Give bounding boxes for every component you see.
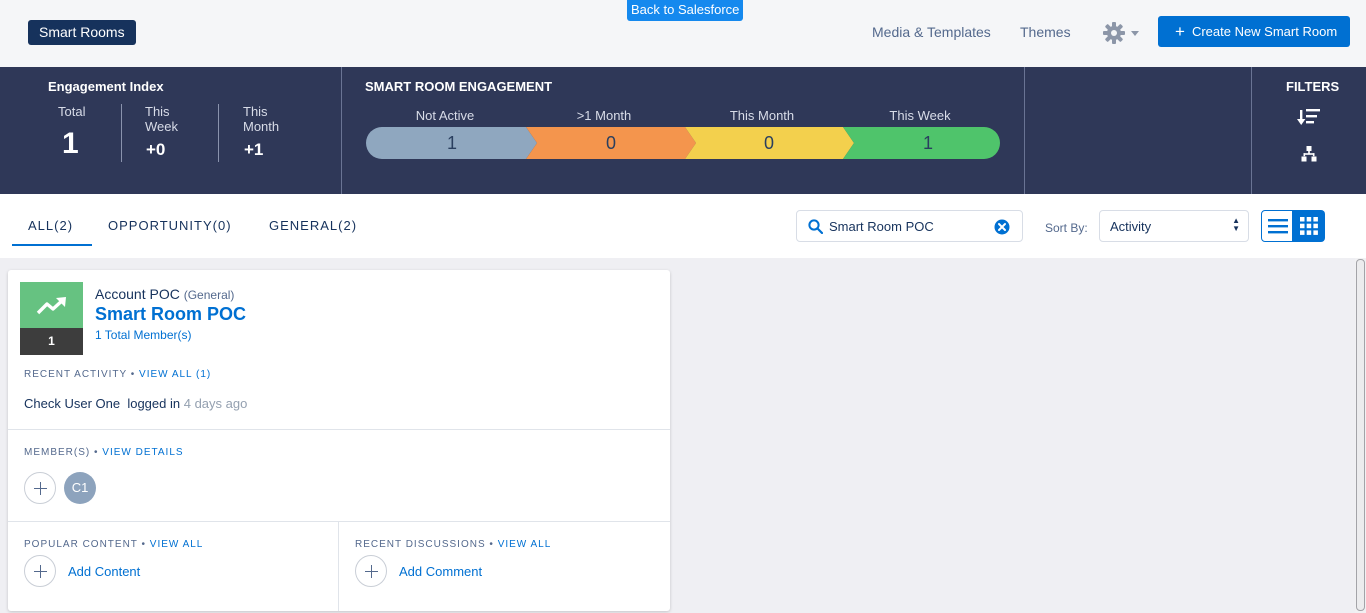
- activity-time: 4 days ago: [183, 396, 248, 411]
- add-member-button[interactable]: [24, 472, 56, 504]
- recent-activity-label: RECENT ACTIVITY: [24, 369, 127, 380]
- card-column-divider: [338, 521, 339, 611]
- popular-content-header: POPULAR CONTENT • VIEW ALL: [24, 539, 203, 550]
- recent-discussions-header: RECENT DISCUSSIONS • VIEW ALL: [355, 539, 551, 550]
- activity-user: Check User One: [24, 396, 121, 411]
- chevron-down-icon: [1131, 31, 1139, 36]
- filters-title: FILTERS: [1286, 79, 1340, 94]
- nav-themes[interactable]: Themes: [1020, 24, 1071, 40]
- plus-icon: +: [1175, 22, 1185, 41]
- stage-value-this-week: 1: [922, 133, 933, 153]
- recent-activity-header: RECENT ACTIVITY • VIEW ALL (1): [24, 369, 211, 380]
- clear-search-icon[interactable]: [994, 219, 1010, 235]
- trending-up-icon: [36, 297, 66, 315]
- activity-item: Check User One logged in 4 days ago: [24, 396, 247, 411]
- add-comment-button[interactable]: [355, 555, 387, 587]
- card-divider: [8, 521, 670, 522]
- stage-value-not-active: 1: [446, 133, 457, 153]
- separator-dot: •: [489, 539, 498, 550]
- list-view-button[interactable]: [1261, 210, 1293, 242]
- add-content-button[interactable]: [24, 555, 56, 587]
- settings-gear-icon[interactable]: [1103, 22, 1143, 44]
- room-type: (General): [183, 288, 235, 302]
- account-name: Account POC (General): [95, 286, 234, 302]
- room-title-link[interactable]: Smart Room POC: [95, 304, 246, 325]
- nav-media-templates[interactable]: Media & Templates: [872, 24, 991, 40]
- band-divider: [341, 67, 342, 194]
- tab-general[interactable]: GENERAL(2): [269, 218, 357, 233]
- add-content-link[interactable]: Add Content: [68, 564, 140, 579]
- stage-label-this-week: This Week: [889, 108, 951, 123]
- sort-by-select[interactable]: Activity ▲ ▼: [1099, 210, 1249, 242]
- band-divider: [1024, 67, 1025, 194]
- card-divider: [8, 429, 670, 430]
- active-tab-indicator: [12, 244, 92, 246]
- list-view-icon: [1268, 219, 1288, 234]
- ei-total-label: Total: [58, 104, 86, 119]
- activity-action: logged in: [127, 396, 181, 411]
- avatar[interactable]: C1: [64, 472, 96, 504]
- create-new-smart-room-button[interactable]: + Create New Smart Room: [1158, 16, 1350, 47]
- back-to-salesforce-button[interactable]: Back to Salesforce: [627, 0, 744, 21]
- smart-room-card[interactable]: 1 Account POC (General) Smart Room POC 1…: [8, 270, 670, 611]
- total-members-link[interactable]: 1 Total Member(s): [95, 328, 191, 342]
- tabs-toolbar: ALL(2) OPPORTUNITY(0) GENERAL(2) Smart R…: [0, 194, 1366, 258]
- grid-view-icon: [1300, 217, 1318, 235]
- stage-label-not-active: Not Active: [415, 108, 475, 123]
- hierarchy-icon[interactable]: [1301, 146, 1317, 162]
- sort-by-value: Activity: [1110, 219, 1152, 234]
- tab-opportunity[interactable]: OPPORTUNITY(0): [108, 218, 232, 233]
- engagement-band: Engagement Index Total 1 This Week +0 Th…: [0, 67, 1366, 194]
- popular-content-label: POPULAR CONTENT: [24, 539, 138, 550]
- sort-by-label: Sort By:: [1045, 221, 1088, 235]
- ei-month-label-line2: Month: [243, 119, 280, 134]
- search-icon: [808, 219, 823, 234]
- members-label: MEMBER(S): [24, 447, 91, 458]
- ei-week-label: This Week: [145, 104, 178, 134]
- scrollbar-thumb[interactable]: [1356, 259, 1365, 611]
- band-divider: [1251, 67, 1252, 194]
- stage-label-over-1-month: >1 Month: [576, 108, 632, 123]
- add-comment-link[interactable]: Add Comment: [399, 564, 482, 579]
- stage-label-this-month: This Month: [729, 108, 795, 123]
- top-header: Smart Rooms Back to Salesforce Media & T…: [0, 0, 1366, 67]
- ei-week-label-line1: This: [145, 104, 170, 119]
- recent-discussions-label: RECENT DISCUSSIONS: [355, 539, 486, 550]
- ei-month-label-line1: This: [243, 104, 268, 119]
- room-engagement-badge: 1: [20, 282, 83, 355]
- search-query: Smart Room POC: [829, 219, 934, 234]
- room-badge-count: 1: [20, 328, 83, 355]
- ei-month-label: This Month: [243, 104, 279, 134]
- view-all-discussions-link[interactable]: VIEW ALL: [498, 539, 552, 550]
- separator-dot: •: [141, 539, 150, 550]
- sort-filter-icon[interactable]: [1297, 107, 1321, 127]
- app-brand[interactable]: Smart Rooms: [28, 20, 136, 45]
- tab-all[interactable]: ALL(2): [28, 218, 73, 233]
- separator-dot: •: [130, 369, 140, 380]
- grid-view-button[interactable]: [1293, 210, 1325, 242]
- members-header: MEMBER(S) • VIEW DETAILS: [24, 447, 184, 458]
- view-details-link[interactable]: VIEW DETAILS: [102, 447, 183, 458]
- ei-divider: [121, 104, 122, 162]
- create-button-label: Create New Smart Room: [1191, 24, 1338, 39]
- search-input[interactable]: Smart Room POC: [796, 210, 1023, 242]
- room-trend-tile: [20, 282, 83, 328]
- smart-room-engagement-title: SMART ROOM ENGAGEMENT: [365, 79, 553, 94]
- stage-value-this-month: 0: [763, 133, 774, 153]
- select-arrows-icon: ▲ ▼: [1232, 216, 1240, 233]
- ei-week-label-line2: Week: [145, 119, 178, 134]
- view-all-content-link[interactable]: VIEW ALL: [150, 539, 204, 550]
- ei-week-value: +0: [146, 140, 166, 159]
- ei-total-value: 1: [62, 127, 79, 160]
- ei-divider: [218, 104, 219, 162]
- stage-value-over-1-month: 0: [605, 133, 616, 153]
- engagement-index-title: Engagement Index: [48, 79, 164, 94]
- ei-month-value: +1: [244, 140, 264, 159]
- account-name-text: Account POC: [95, 286, 180, 302]
- view-all-activity-link[interactable]: VIEW ALL (1): [139, 369, 211, 380]
